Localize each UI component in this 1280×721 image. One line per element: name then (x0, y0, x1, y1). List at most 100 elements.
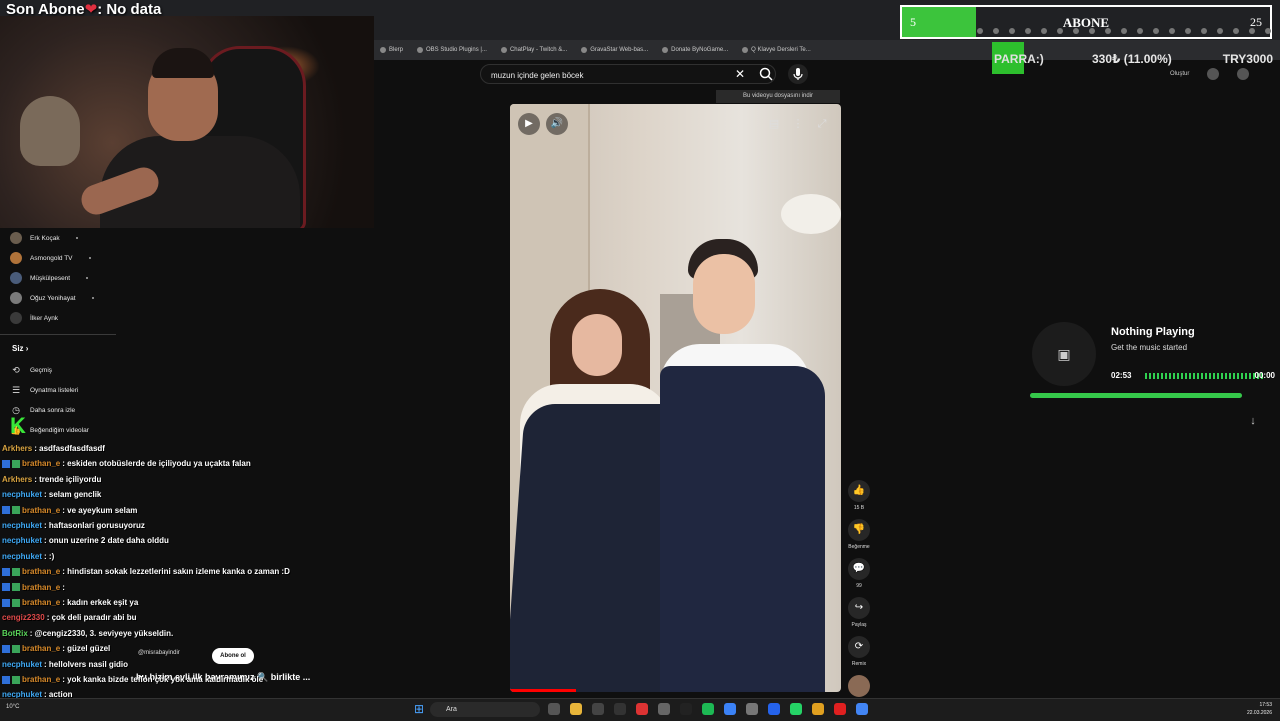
bookmark-favicon-icon (581, 47, 588, 53)
webcam-feed (0, 16, 374, 228)
windows-taskbar: 10°C ⊞ Ara 17:53 22.03.2026 (0, 698, 1280, 721)
search-input[interactable] (489, 66, 733, 84)
chat-badge-icon (12, 675, 20, 684)
chat-username: brathan_e (22, 675, 61, 684)
donation-goal-label: PARRA:) (994, 52, 1044, 66)
bookmark-item[interactable]: Blerp (380, 47, 403, 53)
chat-username: Arkhers (2, 474, 33, 484)
avatar (10, 292, 22, 304)
shorts-video-player[interactable]: ▶ 🔊 ▤ ⋮ ⤢ (510, 104, 841, 692)
folder-icon[interactable] (812, 703, 824, 715)
bookmark-item[interactable]: ChatPlay - Twitch &... (500, 47, 567, 53)
search-icon (759, 67, 773, 81)
share-button[interactable]: ↪ Paylaş (846, 597, 872, 628)
chat-text: asdfasdfasdfasdf (39, 444, 105, 453)
chat-badge-icon (2, 568, 10, 577)
chat-text: trende içiliyordu (39, 474, 102, 484)
task-view-icon[interactable] (548, 703, 560, 715)
music-progress-fill (1030, 393, 1242, 398)
chat-message: brathan_e: (2, 583, 65, 592)
chat-badge-icon (2, 645, 10, 654)
chat-username: BotRix (2, 628, 28, 638)
app-icon[interactable] (658, 703, 670, 715)
subscription-item[interactable]: Müşkülpesent (10, 272, 89, 284)
more-options-icon[interactable]: ⋮ (790, 116, 806, 132)
bookmark-item[interactable]: Donate ByNoGame... (662, 47, 728, 53)
k7-logo: K (10, 413, 26, 438)
voice-search-button[interactable] (788, 64, 808, 84)
bookmark-favicon-icon (417, 47, 424, 53)
thumbs-up-icon: 👍 (848, 480, 870, 502)
search-button[interactable] (756, 64, 776, 84)
play-button[interactable]: ▶ (518, 113, 540, 135)
app-icon[interactable] (768, 703, 780, 715)
spotify-icon[interactable] (702, 703, 714, 715)
you-section-header[interactable]: Siz › (12, 344, 28, 353)
chat-message: Arkhers: asdfasdfasdfasdf (2, 444, 105, 453)
chat-text: :) (48, 551, 55, 561)
subscription-item[interactable]: Erk Koçak (10, 232, 78, 244)
youtube-header-actions: Oluştur (1170, 68, 1250, 80)
next-short-button[interactable]: ↓ (1244, 412, 1262, 430)
chat-username: cengiz2330 (2, 613, 45, 623)
opera-icon[interactable] (834, 703, 846, 715)
subscription-item[interactable]: Asmongold TV (10, 252, 91, 264)
comments-button[interactable]: 💬 99 (846, 558, 872, 589)
music-progress-track (1030, 393, 1242, 398)
like-button[interactable]: 👍 15 B (846, 480, 872, 511)
chat-text: hindistan sokak lezzetlerini sakın izlem… (67, 567, 290, 577)
file-explorer-icon[interactable] (570, 703, 582, 715)
weather-widget[interactable]: 10°C (6, 704, 19, 710)
chat-message: Arkhers: trende içiliyordu (2, 474, 102, 484)
chrome-icon[interactable] (856, 703, 868, 715)
app-icon[interactable] (592, 703, 604, 715)
chat-text: selam genclik (48, 490, 102, 500)
sound-thumbnail[interactable] (846, 675, 872, 697)
sidebar-item-playlists[interactable]: ☰ Oynatma listeleri (10, 384, 78, 396)
music-player-widget: ▣ Nothing Playing Get the music started … (1030, 320, 1275, 402)
volume-button[interactable]: 🔊 (546, 113, 568, 135)
chat-message: brathan_e: ve ayeykum selam (2, 506, 137, 515)
avatar[interactable] (1237, 68, 1250, 80)
bookmark-item[interactable]: OBS Studio Plugins |... (417, 47, 487, 53)
search-box[interactable]: ✕ (480, 64, 776, 84)
app-icon[interactable] (680, 703, 692, 715)
sidebar-item-history[interactable]: ⟲ Geçmiş (10, 364, 52, 376)
chat-username: Arkhers (2, 444, 33, 453)
clear-search-button[interactable]: ✕ (733, 67, 747, 81)
remix-button[interactable]: ⟳ Remix (846, 636, 872, 667)
create-button[interactable]: Oluştur (1170, 71, 1189, 77)
settings-icon[interactable] (746, 703, 758, 715)
chat-text: @cengiz2330, 3. seviyeye yükseldin. (34, 628, 174, 638)
bookmark-item[interactable]: Q Klavye Dersleri Te... (742, 47, 811, 53)
fullscreen-icon[interactable]: ⤢ (814, 116, 830, 132)
app-icon[interactable] (636, 703, 648, 715)
bookmark-item[interactable]: GravaStar Web-bas... (581, 47, 648, 53)
video-progress-bar[interactable] (510, 689, 577, 692)
chat-message: necphuket: haftasonlari gorusuyoruz (2, 521, 145, 530)
subscription-item[interactable]: Oğuz Yenihayat (10, 292, 94, 304)
dislike-button[interactable]: 👎 Beğenme (846, 519, 872, 550)
bookmark-favicon-icon (742, 47, 749, 53)
notifications-icon[interactable] (1207, 68, 1220, 80)
download-video-tooltip[interactable]: Bu videoyu dosyasını indir (716, 90, 840, 103)
captions-icon[interactable]: ▤ (766, 116, 782, 132)
history-icon: ⟲ (12, 365, 20, 375)
chat-username: brathan_e (22, 459, 61, 469)
subscription-item[interactable]: İlker Aynk (10, 312, 58, 324)
chat-message: brathan_e: hindistan sokak lezzetlerini … (2, 567, 290, 576)
whatsapp-icon[interactable] (790, 703, 802, 715)
share-icon: ↪ (848, 597, 870, 619)
app-icon[interactable] (614, 703, 626, 715)
chat-username: necphuket (2, 659, 43, 669)
system-clock[interactable]: 17:53 22.03.2026 (1247, 701, 1272, 717)
last-subscriber-overlay: Son Abone❤: No data (6, 1, 162, 18)
taskbar-search[interactable]: Ara (430, 702, 540, 717)
windows-start-icon[interactable]: ⊞ (414, 703, 426, 715)
equalizer-icon (1145, 373, 1263, 379)
chat-username: necphuket (2, 551, 43, 561)
app-icon[interactable] (724, 703, 736, 715)
chat-badge-icon (2, 460, 10, 469)
microphone-icon (793, 68, 803, 80)
chat-username: necphuket (2, 490, 43, 500)
